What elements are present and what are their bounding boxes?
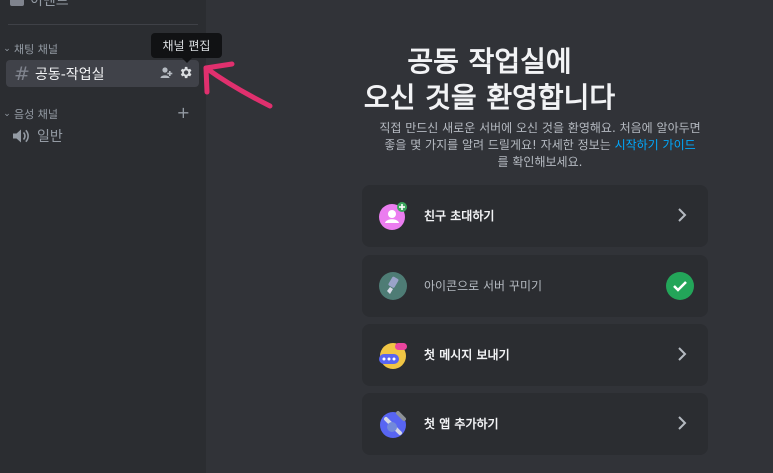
welcome-title-line1: 공동 작업실에	[407, 45, 572, 78]
card-add-first-app[interactable]: 첫 앱 추가하기	[362, 393, 708, 455]
card-customize-server-icon[interactable]: 아이콘으로 서버 꾸미기	[362, 255, 708, 317]
category-text-channels[interactable]: ⌄ 채팅 채널	[2, 41, 58, 57]
welcome-title-line2: 오신 것을 환영합니다	[363, 81, 616, 114]
channel-sidebar: 이벤트 ⌄ 채팅 채널 # 공동-작업실 ⌄ 음성 채널 + 일반	[0, 0, 206, 473]
sidebar-item-events[interactable]: 이벤트	[10, 0, 69, 10]
app-puzzle-icon	[380, 411, 406, 438]
sidebar-divider	[8, 24, 198, 25]
brush-icon	[379, 272, 407, 300]
invite-member-icon[interactable]	[159, 66, 173, 80]
welcome-description: 직접 만드신 새로운 서버에 오신 것을 환영해요. 처음에 알아두면 좋을 몇…	[379, 121, 701, 169]
invite-friends-icon	[379, 202, 407, 230]
check-icon	[666, 272, 694, 300]
chevron-right-icon	[678, 208, 687, 222]
calendar-icon	[10, 0, 24, 6]
channel-item-voice-general[interactable]: 일반	[12, 126, 63, 146]
getting-started-guide-link[interactable]: 시작하기 가이드	[615, 138, 696, 152]
main-content: 공동 작업실에 오신 것을 환영합니다 직접 만드신 새로운 서버에 오신 것을…	[206, 0, 773, 473]
card-invite-friends[interactable]: 친구 초대하기	[362, 185, 708, 247]
chevron-down-icon: ⌄	[3, 44, 11, 54]
gear-icon[interactable]	[178, 65, 193, 80]
chevron-right-icon	[678, 416, 687, 430]
add-channel-icon[interactable]: +	[177, 103, 190, 122]
category-voice-channels[interactable]: ⌄ 음성 채널	[2, 106, 58, 122]
speaker-icon	[13, 129, 29, 143]
channel-item-active[interactable]: # 공동-작업실	[6, 60, 199, 87]
hash-icon: #	[14, 62, 30, 85]
card-send-first-message[interactable]: 첫 메시지 보내기	[362, 324, 708, 386]
chevron-right-icon	[678, 347, 687, 361]
chevron-down-icon: ⌄	[3, 109, 11, 119]
message-bubble-icon	[379, 343, 407, 369]
